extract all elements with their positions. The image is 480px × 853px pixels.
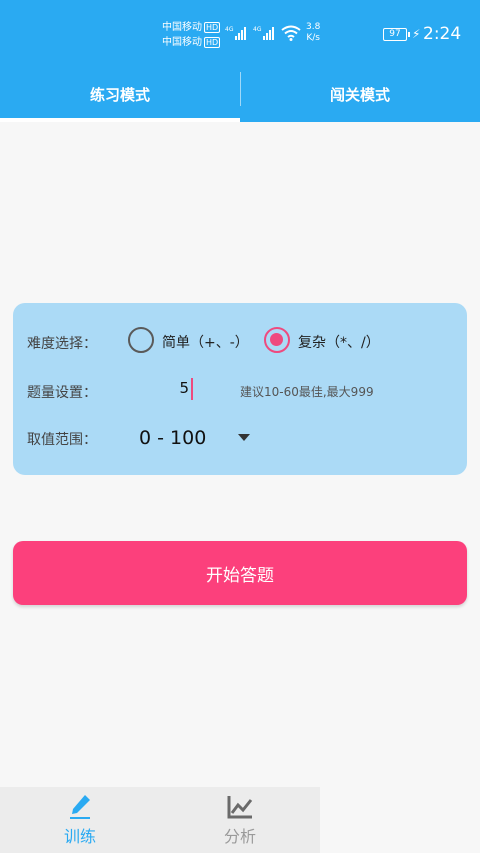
app-header: 中国移动 HD 中国移动 HD 4G 4G 3.8 K/s 97 ⚡ 2:24 练习… [0, 0, 480, 122]
count-label: 题量设置： [27, 385, 97, 401]
simple-option-label[interactable]: 简单（+、-） [162, 332, 249, 352]
wifi-icon [281, 25, 301, 41]
chevron-down-icon[interactable] [238, 434, 250, 441]
tab-practice[interactable]: 练习模式 [0, 66, 240, 122]
tab-challenge[interactable]: 闯关模式 [240, 66, 480, 122]
settings-card: 难度选择： 简单（+、-） 复杂（*、/） 题量设置： 5 建议10-60最佳,… [13, 303, 467, 475]
tab-divider [240, 72, 241, 106]
network-speed: 3.8 K/s [306, 22, 321, 43]
text-caret [191, 378, 193, 400]
complex-option-label[interactable]: 复杂（*、/） [298, 332, 380, 352]
radio-complex[interactable] [264, 327, 290, 353]
line-chart-icon [227, 796, 253, 819]
bottom-nav: 训练 分析 [0, 787, 320, 853]
nav-analysis[interactable]: 分析 [160, 787, 320, 853]
clock: 2:24 [423, 24, 462, 44]
nav-train[interactable]: 训练 [0, 787, 160, 853]
carrier-info: 中国移动 HD 中国移动 HD [162, 20, 221, 50]
carrier-1: 中国移动 [162, 22, 202, 33]
hd-badge-1: HD [204, 21, 221, 33]
count-hint: 建议10-60最佳,最大999 [240, 385, 374, 399]
signal-icon-1: 4G [225, 26, 247, 40]
network-type-2: 4G [253, 26, 262, 33]
status-bar: 中国移动 HD 中国移动 HD 4G 4G 3.8 K/s 97 ⚡ 2:24 [0, 0, 480, 66]
count-input[interactable]: 5 [173, 379, 189, 397]
hd-badge-2: HD [204, 36, 221, 48]
range-label: 取值范围： [27, 432, 97, 448]
pencil-icon [70, 795, 90, 819]
range-select[interactable]: 0 - 100 [139, 427, 206, 449]
network-type-1: 4G [225, 26, 234, 33]
charging-icon: ⚡ [412, 27, 421, 41]
battery-icon: 97 [383, 28, 410, 41]
signal-icon-2: 4G [253, 26, 275, 40]
difficulty-label: 难度选择： [27, 336, 97, 352]
radio-simple[interactable] [128, 327, 154, 353]
start-button[interactable]: 开始答题 [13, 541, 467, 605]
carrier-2: 中国移动 [162, 37, 202, 48]
